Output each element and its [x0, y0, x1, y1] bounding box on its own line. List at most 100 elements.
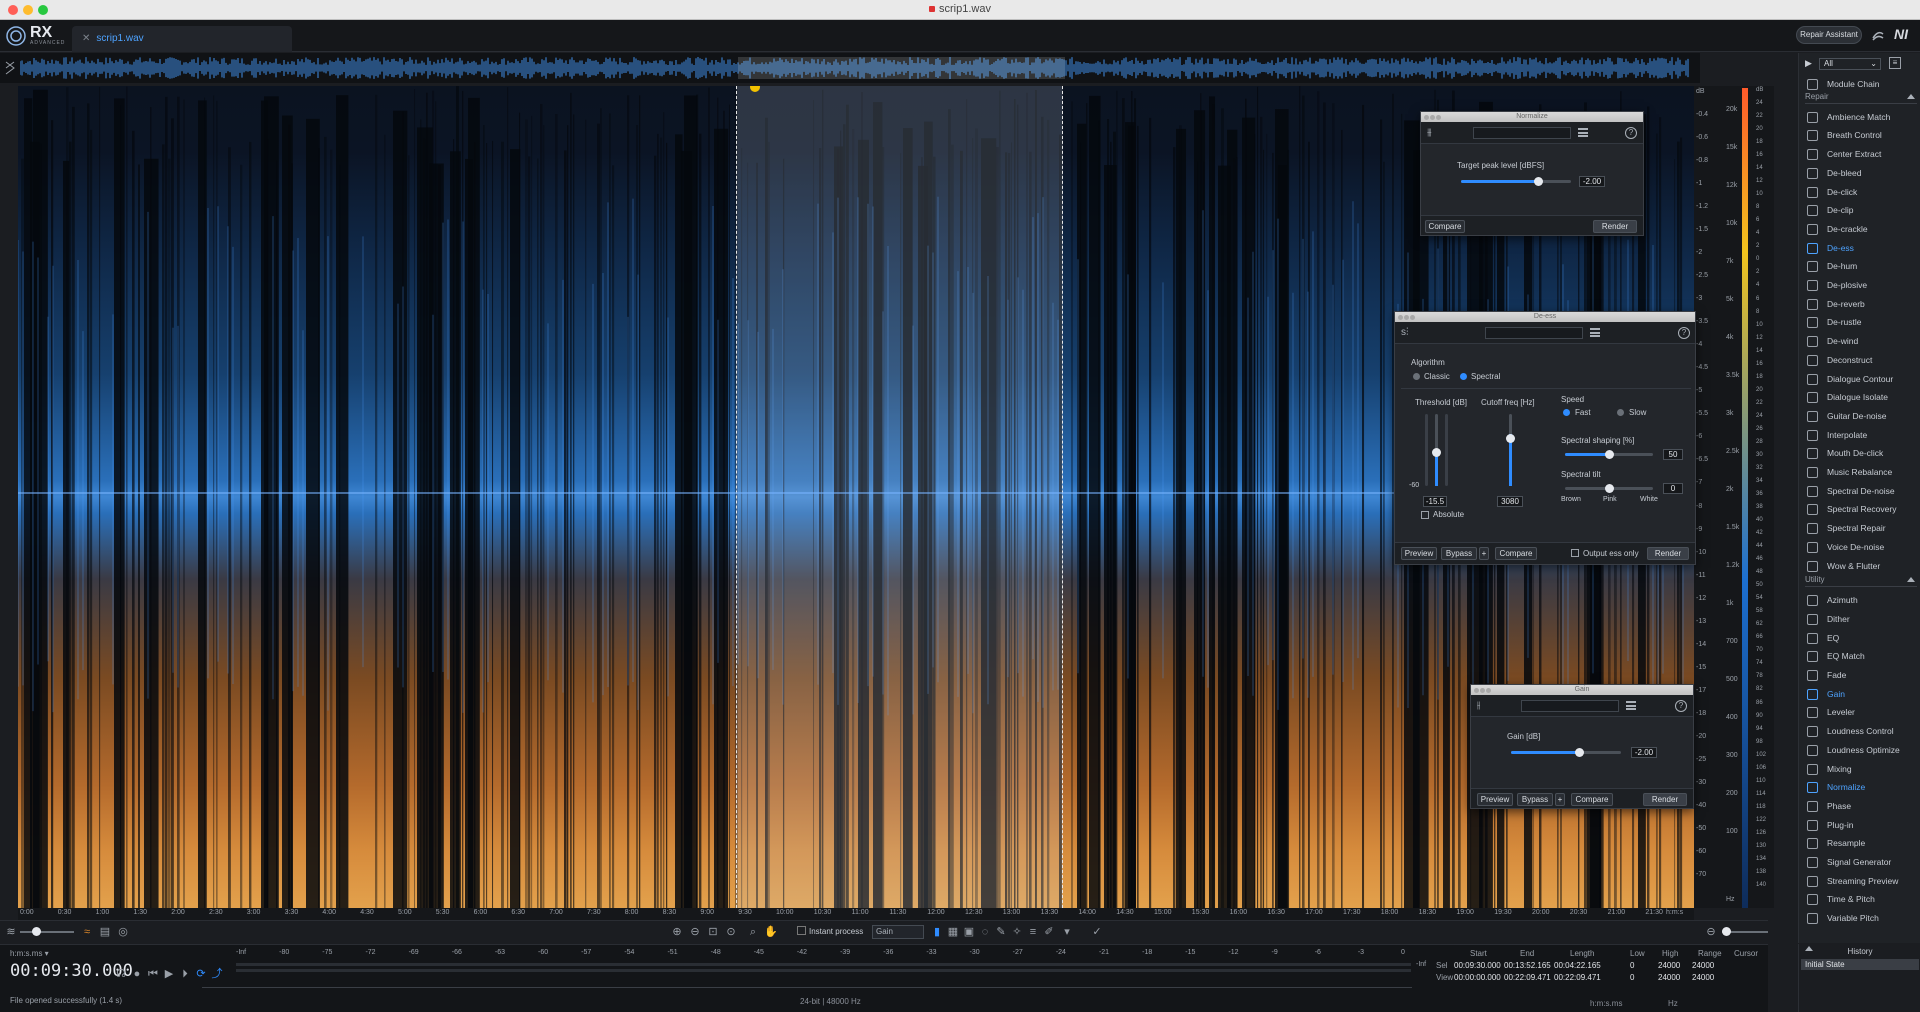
module-item-de-clip[interactable]: De-clip — [1805, 201, 1917, 219]
normalize-render-button[interactable]: Render — [1593, 220, 1637, 233]
gain-value[interactable]: -2.00 — [1631, 747, 1657, 758]
link-icon[interactable] — [1870, 28, 1886, 44]
spectral-tilt-value[interactable]: 0 — [1663, 483, 1683, 494]
waveform-select-icon[interactable]: ▾ — [1060, 925, 1074, 939]
frequency-zoom-slider[interactable] — [1722, 927, 1768, 936]
module-item-gain[interactable]: Gain — [1805, 685, 1917, 703]
module-item-de-wind[interactable]: De-wind — [1805, 332, 1917, 350]
module-item-variable-pitch[interactable]: Variable Pitch — [1805, 909, 1917, 927]
repair-section[interactable]: Repair — [1805, 92, 1917, 104]
headphones-icon[interactable]: ☊ — [114, 967, 128, 981]
threshold-value[interactable]: -15.5 — [1423, 496, 1447, 507]
spectral-shaping-value[interactable]: 50 — [1663, 449, 1683, 460]
module-item-resample[interactable]: Resample — [1805, 834, 1917, 852]
zoom-in-icon[interactable]: ⊕ — [670, 925, 684, 939]
collapse-section-icon[interactable] — [1907, 93, 1915, 99]
normalize-preset-select[interactable] — [1473, 127, 1571, 139]
gain-menu-icon[interactable] — [1626, 701, 1636, 710]
instant-process-checkbox[interactable] — [797, 926, 806, 935]
deess-title-bar[interactable]: De-ess — [1395, 312, 1695, 322]
module-item-voice-de-noise[interactable]: Voice De-noise — [1805, 538, 1917, 556]
module-item-mixing[interactable]: Mixing — [1805, 760, 1917, 778]
instant-process-toggle[interactable]: Instant process — [797, 926, 863, 936]
waveform-overview[interactable] — [0, 53, 1700, 83]
hand-tool-icon[interactable]: ✋ — [764, 925, 778, 939]
pencil-tool-icon[interactable]: ✐ — [1042, 925, 1056, 939]
zoom-tool-icon[interactable]: ⌕ — [746, 925, 760, 939]
repair-assistant-button[interactable]: Repair Assistant — [1796, 26, 1862, 44]
utility-section[interactable]: Utility — [1805, 575, 1917, 588]
harmonic-selection-icon[interactable]: ≡ — [1026, 925, 1040, 939]
collapse-section-icon[interactable] — [1907, 577, 1915, 583]
algorithm-spectral-radio[interactable] — [1460, 373, 1467, 380]
module-item-de-reverb[interactable]: De-reverb — [1805, 295, 1917, 313]
module-item-signal-generator[interactable]: Signal Generator — [1805, 853, 1917, 871]
loop-icon[interactable]: ⟳ — [194, 967, 208, 981]
lasso-tool-icon[interactable]: ◌ — [978, 925, 992, 939]
normalize-help-icon[interactable]: ? — [1625, 127, 1637, 139]
gain-render-button[interactable]: Render — [1643, 793, 1687, 806]
close-tab-icon[interactable]: ✕ — [82, 33, 90, 44]
module-item-de-plosive[interactable]: De-plosive — [1805, 276, 1917, 294]
time-selection-tool-icon[interactable]: ▮ — [930, 925, 944, 939]
scroll-icon[interactable]: ⤴ — [210, 967, 224, 981]
module-item-de-click[interactable]: De-click — [1805, 183, 1917, 201]
normalize-menu-icon[interactable] — [1578, 128, 1588, 137]
gain-compare-button[interactable]: Compare — [1571, 793, 1613, 806]
speed-fast-radio[interactable] — [1563, 409, 1570, 416]
deess-preview-button[interactable]: Preview — [1401, 547, 1437, 560]
module-item-wow-flutter[interactable]: Wow & Flutter — [1805, 557, 1917, 575]
deess-bypass-options-button[interactable]: + — [1479, 547, 1489, 560]
module-item-phase[interactable]: Phase — [1805, 797, 1917, 815]
spectral-shaping-slider[interactable] — [1565, 450, 1653, 459]
brush-tool-icon[interactable]: ✎ — [994, 925, 1008, 939]
waveform-blend-slider[interactable] — [20, 927, 74, 936]
gain-bypass-button[interactable]: Bypass — [1517, 793, 1553, 806]
deess-help-icon[interactable]: ? — [1678, 327, 1690, 339]
algorithm-classic-radio[interactable] — [1413, 373, 1420, 380]
time-ruler[interactable]: 0:00 0:30 1:00 1:30 2:00 2:30 3:00 3:30 4:00 4:30… — [18, 908, 1694, 920]
module-item-normalize[interactable]: Normalize — [1805, 778, 1917, 796]
markers-icon[interactable]: ◎ — [116, 925, 130, 939]
deess-compare-button[interactable]: Compare — [1495, 547, 1537, 560]
time-format-select[interactable]: h:m:s.ms ▾ — [10, 949, 49, 958]
play-selection-icon[interactable]: ⏵ — [178, 967, 192, 981]
module-item-eq[interactable]: EQ — [1805, 629, 1917, 647]
history-item[interactable]: Initial State — [1801, 959, 1919, 970]
module-item-de-bleed[interactable]: De-bleed — [1805, 164, 1917, 182]
module-item-guitar-de-noise[interactable]: Guitar De-noise — [1805, 407, 1917, 425]
module-list-menu-icon[interactable]: ≡ — [1889, 57, 1901, 69]
absolute-checkbox[interactable] — [1421, 511, 1429, 519]
module-item-spectral-de-noise[interactable]: Spectral De-noise — [1805, 482, 1917, 500]
normalize-title-bar[interactable]: Normalize — [1421, 112, 1643, 122]
module-item-spectral-recovery[interactable]: Spectral Recovery — [1805, 500, 1917, 518]
output-ess-checkbox[interactable] — [1571, 549, 1579, 557]
module-item-de-ess[interactable]: De-ess — [1805, 239, 1917, 257]
threshold-slider[interactable] — [1432, 414, 1441, 486]
deess-menu-icon[interactable] — [1590, 328, 1600, 337]
play-icon[interactable]: ▶ — [162, 967, 176, 981]
module-filter-select[interactable]: All ⌄ — [1819, 58, 1881, 70]
confirm-icon[interactable]: ✓ — [1090, 925, 1104, 939]
zoom-selection-icon[interactable]: ⊡ — [706, 925, 720, 939]
module-item-music-rebalance[interactable]: Music Rebalance — [1805, 463, 1917, 481]
module-item-loudness-optimize[interactable]: Loudness Optimize — [1805, 741, 1917, 759]
gain-preset-select[interactable] — [1521, 700, 1619, 712]
spectrogram-settings-icon[interactable]: ▤ — [98, 925, 112, 939]
module-item-ambience-match[interactable]: Ambience Match — [1805, 108, 1917, 126]
magic-wand-icon[interactable]: ✧ — [1010, 925, 1024, 939]
module-item-fade[interactable]: Fade — [1805, 666, 1917, 684]
module-item-azimuth[interactable]: Azimuth — [1805, 591, 1917, 609]
gain-title-bar[interactable]: Gain — [1471, 685, 1693, 695]
zoom-out-frequency-icon[interactable]: ⊖ — [1704, 925, 1718, 939]
module-item-spectral-repair[interactable]: Spectral Repair — [1805, 519, 1917, 537]
zoom-out-icon[interactable]: ⊖ — [688, 925, 702, 939]
frequency-selection-tool-icon[interactable]: ▦ — [946, 925, 960, 939]
gain-bypass-options-button[interactable]: + — [1555, 793, 1565, 806]
module-item-dialogue-isolate[interactable]: Dialogue Isolate — [1805, 388, 1917, 406]
module-item-de-hum[interactable]: De-hum — [1805, 257, 1917, 275]
zoom-full-icon[interactable]: ⊙ — [724, 925, 738, 939]
cutoff-value[interactable]: 3080 — [1497, 496, 1523, 507]
target-peak-slider[interactable] — [1461, 177, 1571, 186]
gain-slider[interactable] — [1511, 748, 1621, 757]
